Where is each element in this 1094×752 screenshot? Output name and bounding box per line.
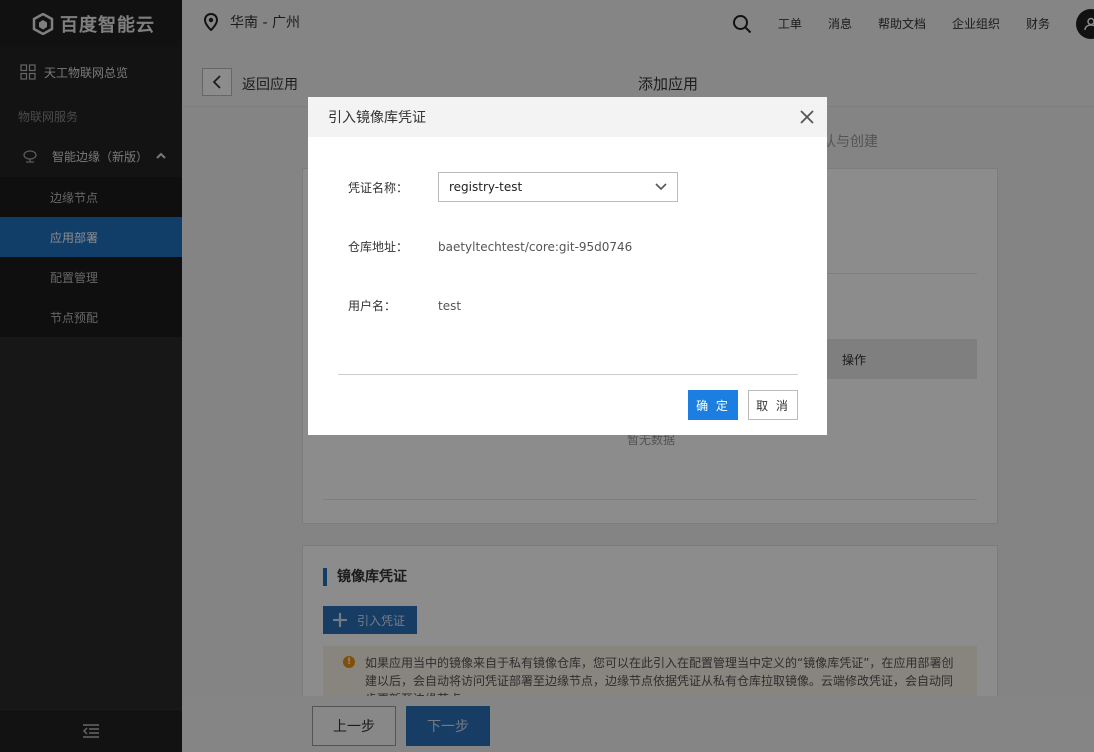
credential-name-value: registry-test [449, 180, 523, 194]
import-credential-dialog: 引入镜像库凭证 凭证名称： registry-test 仓库地址： baetyl… [308, 97, 827, 435]
registry-address-row: 仓库地址： baetyltechtest/core:git-95d0746 [348, 238, 632, 255]
registry-address-value: baetyltechtest/core:git-95d0746 [438, 239, 633, 254]
credential-name-row: 凭证名称： registry-test [348, 172, 678, 202]
dialog-header: 引入镜像库凭证 [308, 97, 827, 137]
username-row: 用户名： test [348, 297, 461, 314]
confirm-button[interactable]: 确 定 [688, 390, 738, 420]
dialog-divider [338, 374, 798, 375]
username-label: 用户名： [348, 299, 397, 313]
registry-address-label: 仓库地址： [348, 240, 409, 254]
cancel-button[interactable]: 取 消 [748, 390, 798, 420]
credential-name-select[interactable]: registry-test [438, 172, 678, 202]
chevron-down-icon [655, 183, 667, 191]
credential-name-label: 凭证名称： [348, 180, 409, 195]
close-icon[interactable] [799, 109, 815, 125]
username-value: test [438, 298, 462, 313]
dialog-title: 引入镜像库凭证 [328, 110, 426, 126]
